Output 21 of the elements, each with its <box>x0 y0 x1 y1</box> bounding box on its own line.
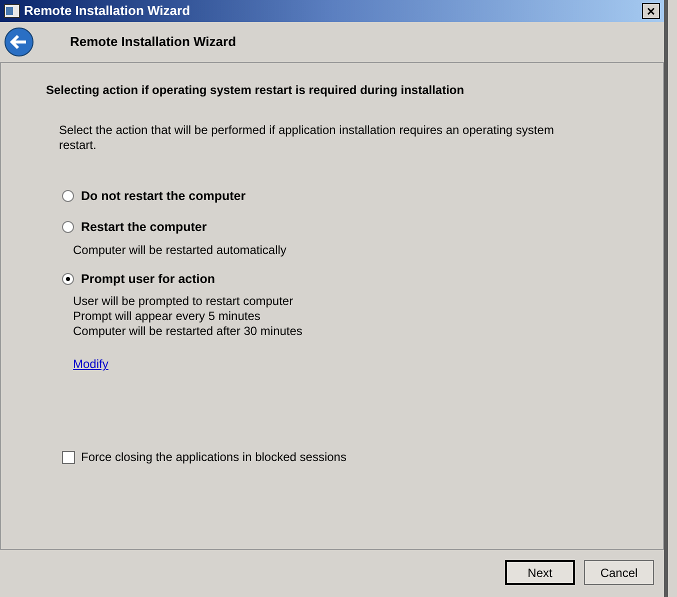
wizard-button[interactable]: Next <box>505 560 575 585</box>
description-text: Select the action that will be performed if application installation requires an operating system restart. <box>59 123 555 153</box>
modify-link[interactable]: Modify <box>73 355 108 374</box>
radio-button[interactable] <box>62 190 74 202</box>
radio-label: Do not restart the computer <box>81 188 246 205</box>
checkbox-label: Force closing the applications in blocked sessions <box>81 449 346 466</box>
window-title: Remote Installation Wizard <box>24 2 192 20</box>
page-heading: Selecting action if operating system restart is required during installation <box>46 82 466 99</box>
checkbox[interactable] <box>62 450 75 464</box>
radio-label: Restart the computer <box>81 218 207 236</box>
option-description: User will be prompted to restart computer <box>73 294 294 310</box>
app-icon <box>4 4 20 18</box>
option-description: Computer will be restarted after 30 minutes <box>73 324 304 340</box>
option-description: Computer will be restarted automatically <box>73 242 288 258</box>
option-description: Prompt will appear every 5 minutes <box>73 309 262 324</box>
wizard-button[interactable]: Cancel <box>584 560 654 585</box>
radio-label: Prompt user for action <box>81 270 216 288</box>
radio-button[interactable] <box>62 272 74 285</box>
close-button[interactable]: × <box>642 3 660 19</box>
radio-button[interactable] <box>62 221 74 234</box>
wizard-title: Remote Installation Wizard <box>70 33 236 52</box>
